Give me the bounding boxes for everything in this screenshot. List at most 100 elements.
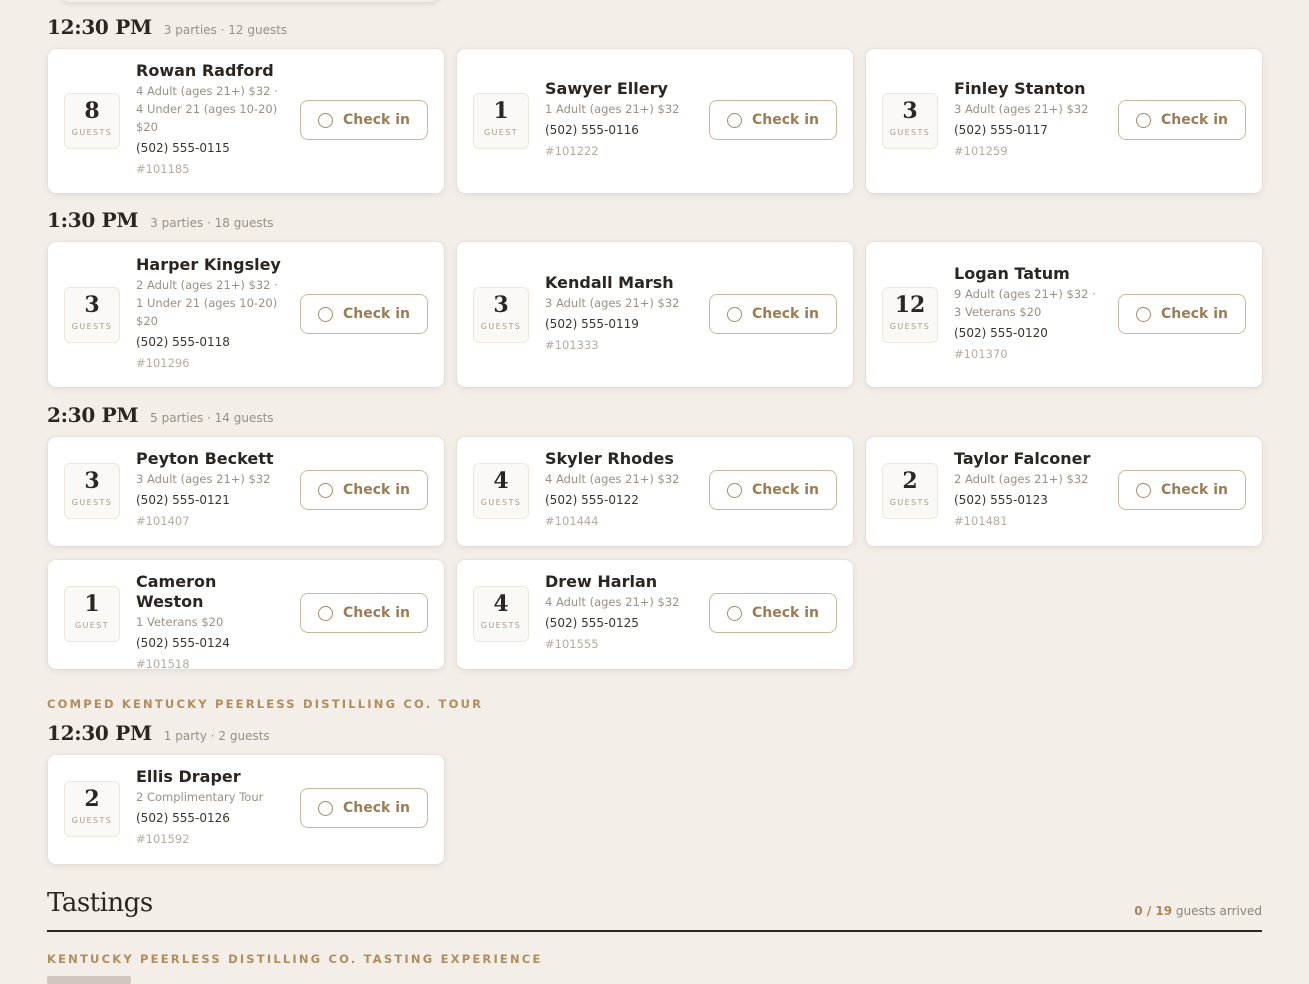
circle-icon bbox=[1136, 112, 1151, 128]
check-in-button[interactable]: Check in bbox=[1118, 294, 1246, 334]
guest-name: Skyler Rhodes bbox=[545, 449, 674, 468]
phone-number: (502) 555-0124 bbox=[136, 636, 230, 650]
reservation-card: 2 GUESTS Taylor Falconer 2 Adult (ages 2… bbox=[866, 437, 1262, 546]
phone-number: (502) 555-0126 bbox=[136, 811, 230, 825]
reservation-card: 12 GUESTS Logan Tatum 9 Adult (ages 21+)… bbox=[866, 242, 1262, 387]
check-in-button[interactable]: Check in bbox=[300, 100, 428, 140]
check-in-label: Check in bbox=[1161, 112, 1228, 128]
check-in-label: Check in bbox=[343, 605, 410, 621]
guest-name: Harper Kingsley bbox=[136, 255, 281, 274]
reservation-card: 2 GUESTS Ellis Draper 2 Complimentary To… bbox=[48, 755, 444, 864]
guest-count-badge: 2 GUESTS bbox=[64, 781, 120, 837]
previous-card-edge bbox=[60, 0, 440, 2]
guest-count: 8 bbox=[84, 98, 100, 124]
slot-meta: 3 parties · 12 guests bbox=[163, 23, 288, 37]
phone-number: (502) 555-0118 bbox=[136, 335, 230, 349]
ticket-summary: 9 Adult (ages 21+) $32 · 3 Veterans $20 bbox=[954, 287, 1096, 319]
order-number: #101592 bbox=[136, 832, 190, 846]
reservation-info: Skyler Rhodes 4 Adult (ages 21+) $32 (50… bbox=[545, 449, 695, 530]
check-in-button[interactable]: Check in bbox=[300, 788, 428, 828]
arrived-label: guests arrived bbox=[1175, 904, 1262, 918]
check-in-label: Check in bbox=[343, 800, 410, 816]
check-in-button[interactable]: Check in bbox=[709, 100, 837, 140]
slot-meta: 3 parties · 18 guests bbox=[150, 216, 274, 230]
tour-section-label: COMPED KENTUCKY PEERLESS DISTILLING CO. … bbox=[47, 697, 484, 711]
check-in-button[interactable]: Check in bbox=[300, 593, 428, 633]
check-in-label: Check in bbox=[343, 306, 410, 322]
order-number: #101555 bbox=[545, 637, 599, 651]
guest-count-badge: 3 GUESTS bbox=[64, 287, 120, 343]
tastings-heading: Tastings bbox=[47, 888, 153, 918]
order-number: #101370 bbox=[954, 347, 1008, 361]
reservation-info: Finley Stanton 3 Adult (ages 21+) $32 (5… bbox=[954, 79, 1104, 160]
check-in-label: Check in bbox=[343, 482, 410, 498]
circle-icon bbox=[727, 306, 742, 322]
ticket-summary: 2 Adult (ages 21+) $32 · 1 Under 21 (age… bbox=[136, 278, 278, 328]
guest-name: Finley Stanton bbox=[954, 79, 1086, 98]
reservation-info: Taylor Falconer 2 Adult (ages 21+) $32 (… bbox=[954, 449, 1104, 530]
guest-count-badge: 4 GUESTS bbox=[473, 586, 529, 642]
reservation-card: 3 GUESTS Peyton Beckett 3 Adult (ages 21… bbox=[48, 437, 444, 546]
guest-count: 3 bbox=[493, 292, 509, 318]
circle-icon bbox=[318, 112, 333, 128]
guest-count: 3 bbox=[902, 98, 918, 124]
check-in-button[interactable]: Check in bbox=[300, 470, 428, 510]
ticket-summary: 3 Adult (ages 21+) $32 bbox=[545, 296, 680, 310]
check-in-button[interactable]: Check in bbox=[709, 294, 837, 334]
guest-name: Drew Harlan bbox=[545, 572, 658, 591]
guest-count-unit: GUESTS bbox=[889, 128, 931, 137]
reservation-info: Logan Tatum 9 Adult (ages 21+) $32 · 3 V… bbox=[954, 264, 1104, 363]
guest-count: 4 bbox=[493, 468, 509, 494]
phone-number: (502) 555-0119 bbox=[545, 317, 639, 331]
guest-count: 3 bbox=[84, 468, 100, 494]
circle-icon bbox=[727, 112, 742, 128]
guest-count-badge: 1 GUEST bbox=[473, 93, 529, 149]
guest-count-unit: GUESTS bbox=[71, 498, 113, 507]
guest-count: 1 bbox=[493, 98, 509, 124]
guest-count-badge: 3 GUESTS bbox=[882, 93, 938, 149]
section-divider bbox=[47, 930, 1262, 932]
order-number: #101444 bbox=[545, 514, 599, 528]
check-in-button[interactable]: Check in bbox=[709, 470, 837, 510]
check-in-label: Check in bbox=[752, 605, 819, 621]
order-number: #101333 bbox=[545, 338, 599, 352]
time-slot-header: 12:30 PM 3 parties · 12 guests bbox=[47, 15, 287, 39]
guest-name: Peyton Beckett bbox=[136, 449, 274, 468]
slot-time: 12:30 PM bbox=[47, 721, 152, 745]
reservation-info: Harper Kingsley 2 Adult (ages 21+) $32 ·… bbox=[136, 255, 286, 372]
check-in-label: Check in bbox=[752, 306, 819, 322]
guest-count-badge: 3 GUESTS bbox=[64, 463, 120, 519]
ticket-summary: 4 Adult (ages 21+) $32 bbox=[545, 472, 680, 486]
reservation-card: 1 GUEST Sawyer Ellery 1 Adult (ages 21+)… bbox=[457, 49, 853, 193]
reservation-card: 4 GUESTS Drew Harlan 4 Adult (ages 21+) … bbox=[457, 560, 853, 669]
guest-count-unit: GUESTS bbox=[889, 498, 931, 507]
phone-number: (502) 555-0116 bbox=[545, 123, 639, 137]
guest-name: Logan Tatum bbox=[954, 264, 1070, 283]
order-number: #101222 bbox=[545, 144, 599, 158]
circle-icon bbox=[1136, 306, 1151, 322]
ticket-summary: 4 Adult (ages 21+) $32 bbox=[545, 595, 680, 609]
guest-count: 2 bbox=[84, 786, 100, 812]
guest-name: Rowan Radford bbox=[136, 61, 274, 80]
ticket-summary: 4 Adult (ages 21+) $32 · 4 Under 21 (age… bbox=[136, 84, 278, 134]
check-in-button[interactable]: Check in bbox=[1118, 470, 1246, 510]
circle-icon bbox=[318, 800, 333, 816]
guest-name: Cameron Weston bbox=[136, 572, 217, 611]
check-in-button[interactable]: Check in bbox=[300, 294, 428, 334]
arrived-summary: 0 / 19 guests arrived bbox=[1134, 904, 1262, 918]
ticket-summary: 1 Adult (ages 21+) $32 bbox=[545, 102, 680, 116]
ticket-summary: 2 Complimentary Tour bbox=[136, 790, 264, 804]
phone-number: (502) 555-0117 bbox=[954, 123, 1048, 137]
guest-count-badge: 4 GUESTS bbox=[473, 463, 529, 519]
reservation-info: Drew Harlan 4 Adult (ages 21+) $32 (502)… bbox=[545, 572, 695, 653]
guest-count-unit: GUESTS bbox=[889, 322, 931, 331]
guest-name: Kendall Marsh bbox=[545, 273, 674, 292]
tasting-section-label: KENTUCKY PEERLESS DISTILLING CO. TASTING… bbox=[47, 952, 543, 966]
ticket-summary: 2 Adult (ages 21+) $32 bbox=[954, 472, 1089, 486]
phone-number: (502) 555-0125 bbox=[545, 616, 639, 630]
time-slot-header: 2:30 PM 5 parties · 14 guests bbox=[47, 403, 274, 427]
check-in-button[interactable]: Check in bbox=[709, 593, 837, 633]
check-in-button[interactable]: Check in bbox=[1118, 100, 1246, 140]
ticket-summary: 1 Veterans $20 bbox=[136, 615, 224, 629]
ticket-summary: 3 Adult (ages 21+) $32 bbox=[954, 102, 1089, 116]
